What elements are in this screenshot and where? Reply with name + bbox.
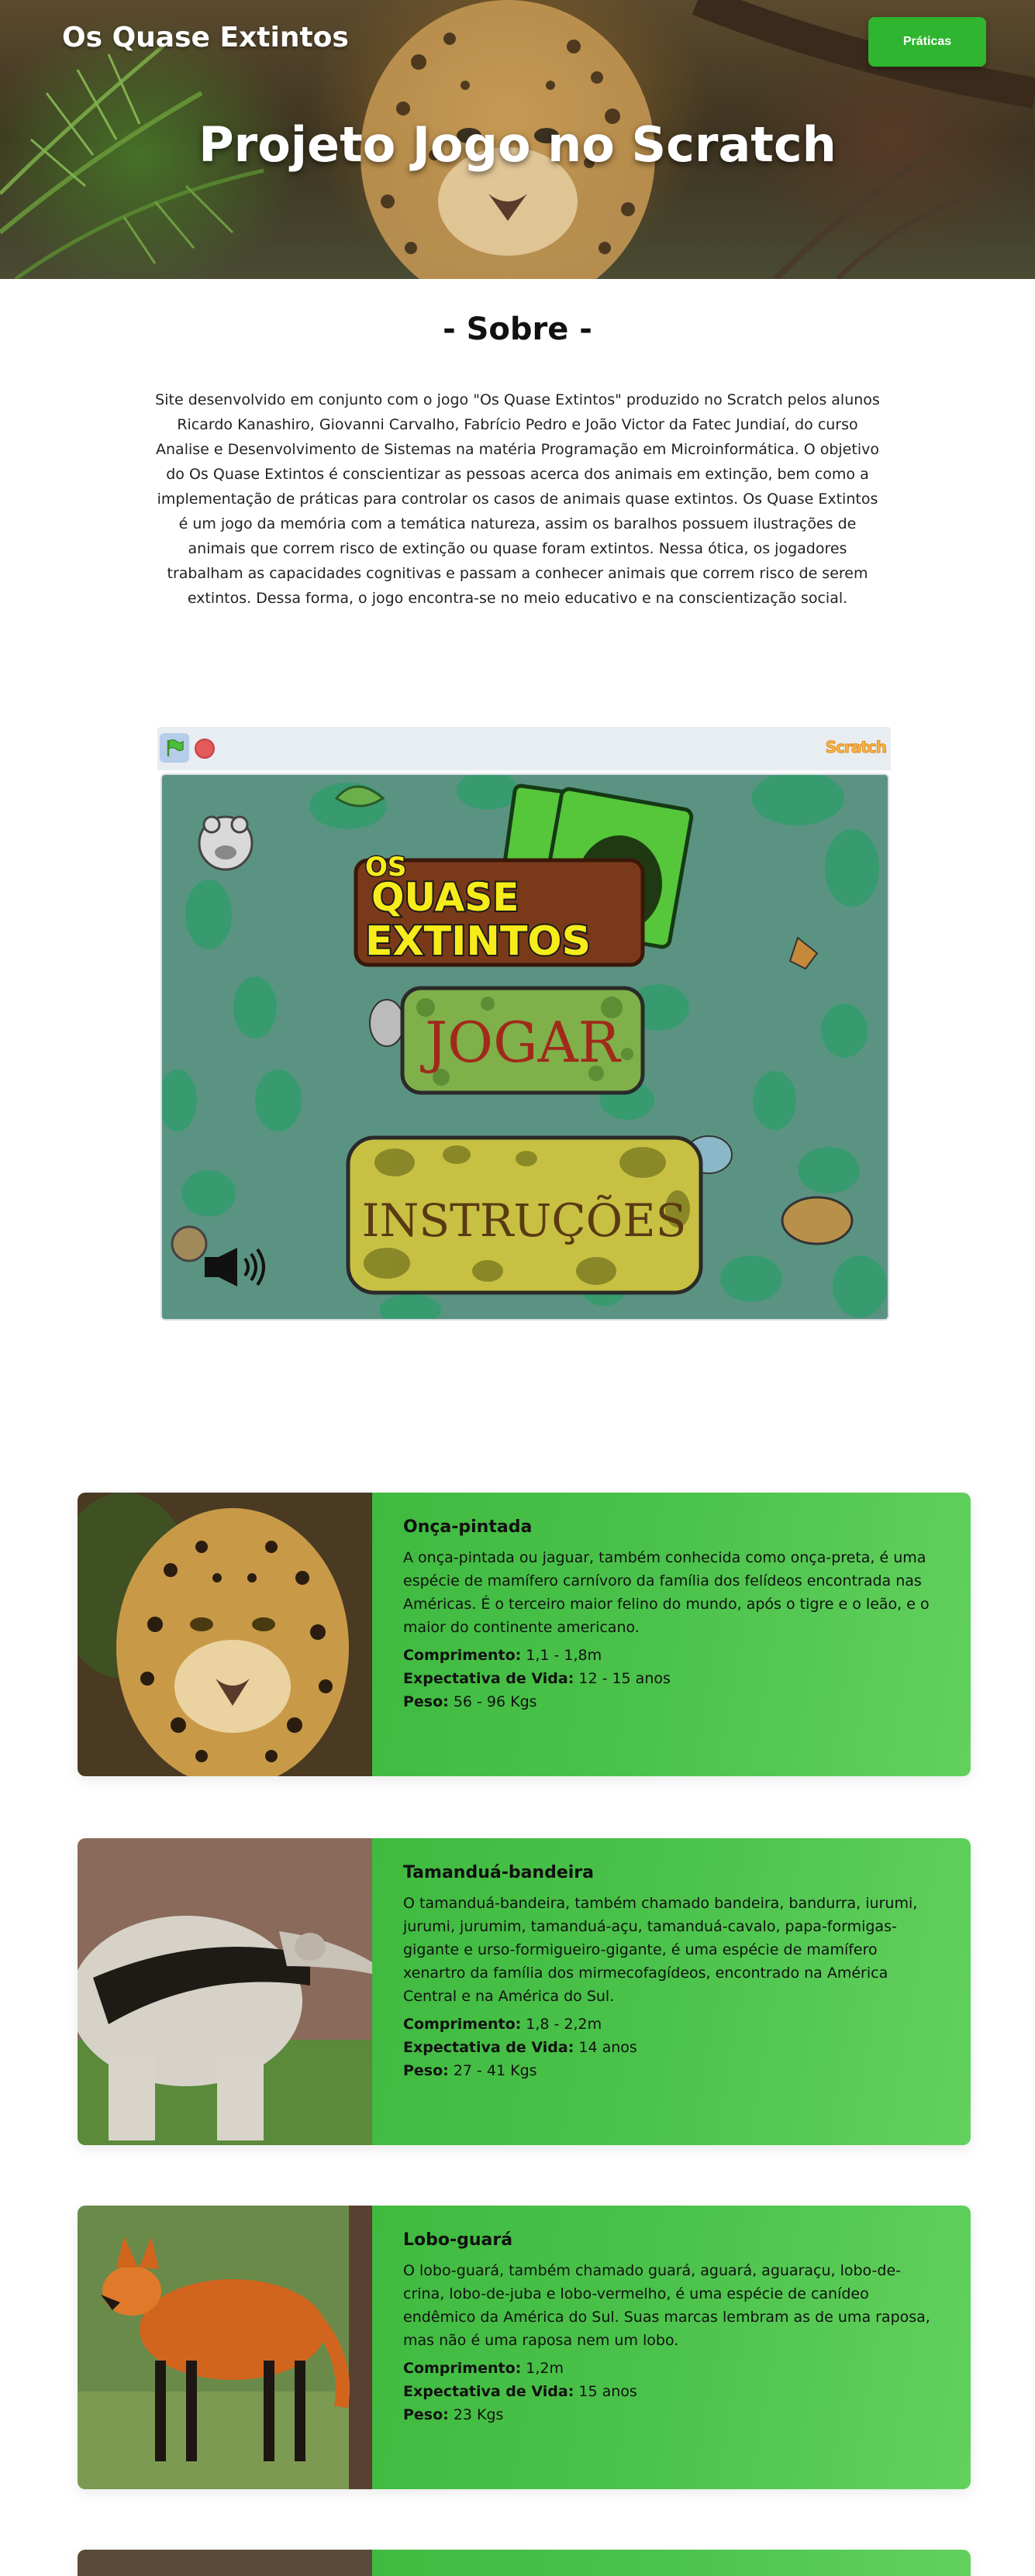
animal-card [78,2550,971,2576]
animal-life-expectancy: Expectativa de Vida: 12 - 15 anos [403,1667,940,1690]
animal-card-body: Lobo-guará O lobo-guará, também chamado … [372,2206,971,2489]
length-value: 1,1 - 1,8m [521,1647,602,1664]
animal-name: Lobo-guará [403,2230,513,2250]
animal-card: Tamanduá-bandeira O tamanduá-bandeira, t… [78,1838,971,2145]
animal-card-body [372,2550,971,2576]
weight-value: 56 - 96 Kgs [448,1693,537,1710]
game-stage[interactable]: OS QUASE EXTINTOS JOGAR INSTRUÇÕES [160,773,889,1321]
maned-wolf-photo [78,2206,372,2489]
animal-photo [78,2550,372,2576]
life-value: 14 anos [574,2039,637,2056]
animal-description: O tamanduá-bandeira, também chamado band… [403,1895,918,2005]
animal-life-expectancy: Expectativa de Vida: 15 anos [403,2380,940,2403]
scratch-logo[interactable]: Scratch [825,738,887,757]
animal-weight: Peso: 27 - 41 Kgs [403,2059,940,2082]
length-label: Comprimento: [403,2016,522,2033]
hero-title: Projeto Jogo no Scratch [198,116,837,173]
animal-card: Onça-pintada A onça-pintada ou jaguar, t… [78,1493,971,1776]
game-title-line1: QUASE [371,875,519,920]
player-toolbar: Scratch [157,727,891,770]
life-label: Expectativa de Vida: [403,2383,574,2400]
animal-name: Tamanduá-bandeira [403,1863,594,1882]
scratch-player[interactable]: Scratch OS QUASE EXTINTOS JOGAR INSTRUÇÕ… [157,727,891,1324]
animal-description: A onça-pintada ou jaguar, também conheci… [403,1549,930,1636]
weight-label: Peso: [403,2062,449,2079]
instructions-button-label: INSTRUÇÕES [362,1194,687,1247]
length-value: 1,8 - 2,2m [521,2016,602,2033]
game-title-screen: OS QUASE EXTINTOS JOGAR INSTRUÇÕES [162,775,887,1319]
life-value: 15 anos [574,2383,637,2400]
praticas-nav-button[interactable]: Práticas [868,17,986,67]
weight-label: Peso: [403,1693,449,1710]
life-label: Expectativa de Vida: [403,2039,574,2056]
weight-value: 27 - 41 Kgs [448,2062,537,2079]
length-label: Comprimento: [403,1647,522,1664]
animal-life-expectancy: Expectativa de Vida: 14 anos [403,2036,940,2059]
animal-card-body: Onça-pintada A onça-pintada ou jaguar, t… [372,1493,971,1776]
animal-card: Lobo-guará O lobo-guará, também chamado … [78,2206,971,2489]
animal-length: Comprimento: 1,2m [403,2357,940,2380]
game-title-line2: EXTINTOS [365,918,591,965]
jaguar-photo [78,1493,372,1776]
animal-card-body: Tamanduá-bandeira O tamanduá-bandeira, t… [372,1838,971,2145]
about-heading: - Sobre - [443,312,592,347]
animal-length: Comprimento: 1,1 - 1,8m [403,1644,940,1667]
site-brand[interactable]: Os Quase Extintos [62,22,349,53]
play-button-label: JOGAR [419,1010,621,1075]
length-label: Comprimento: [403,2360,522,2377]
animal-description: O lobo-guará, também chamado guará, agua… [403,2262,930,2349]
anteater-photo [78,1838,372,2145]
stop-icon[interactable] [195,739,215,759]
life-value: 12 - 15 anos [574,1670,671,1687]
green-flag-icon[interactable] [160,733,189,763]
length-value: 1,2m [521,2360,564,2377]
animal-weight: Peso: 56 - 96 Kgs [403,1690,940,1713]
about-text: Site desenvolvido em conjunto com o jogo… [155,391,880,607]
animal-name: Onça-pintada [403,1517,533,1537]
weight-label: Peso: [403,2406,449,2423]
animal-length: Comprimento: 1,8 - 2,2m [403,2013,940,2036]
weight-value: 23 Kgs [448,2406,504,2423]
hero-banner: Os Quase Extintos Práticas Projeto Jogo … [0,0,1035,279]
animal-weight: Peso: 23 Kgs [403,2403,940,2426]
life-label: Expectativa de Vida: [403,1670,574,1687]
speaker-icon [205,1248,265,1286]
